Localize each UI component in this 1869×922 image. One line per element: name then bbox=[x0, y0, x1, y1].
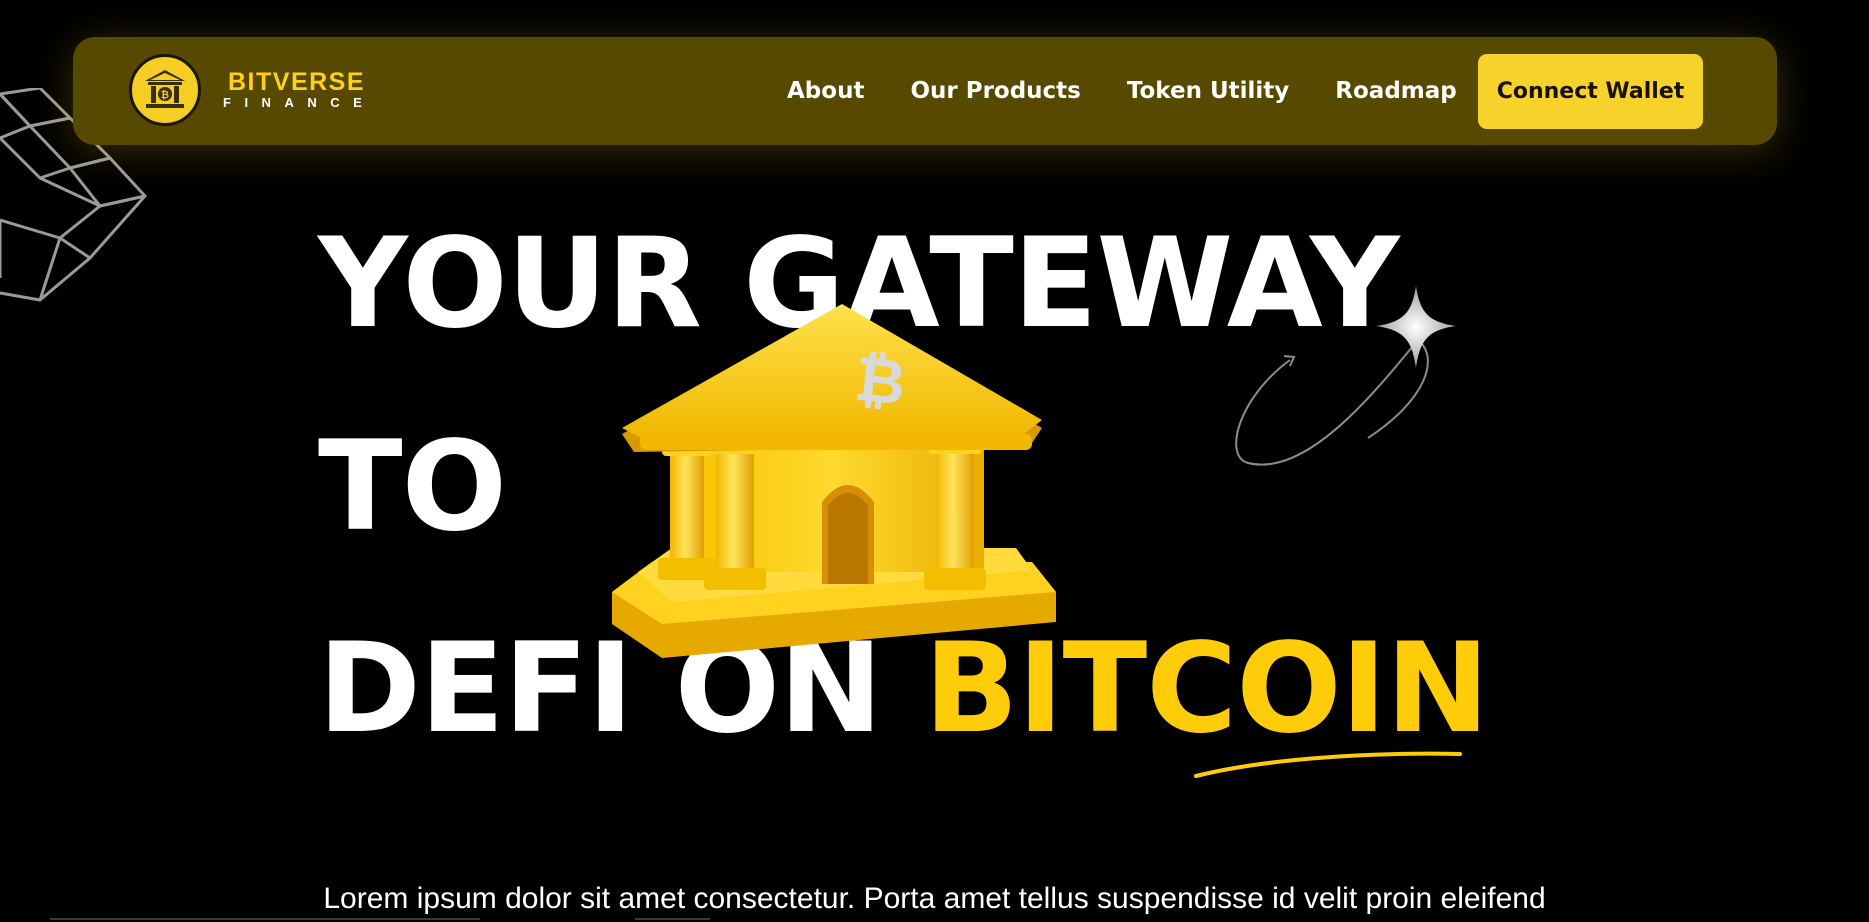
svg-text:₿: ₿ bbox=[161, 89, 169, 101]
svg-text:₿: ₿ bbox=[851, 342, 909, 420]
bitcoin-bank-icon: ₿ bbox=[612, 304, 1056, 658]
brand-name: BITVERSE bbox=[228, 68, 366, 96]
landing-page: ₿ BITVERSE FINANCE About Our Products To… bbox=[0, 0, 1869, 922]
nav-link-about[interactable]: About bbox=[787, 78, 864, 104]
nav-links: About Our Products Token Utility Roadmap bbox=[787, 37, 1503, 145]
connect-wallet-button[interactable]: Connect Wallet bbox=[1478, 54, 1703, 129]
nav-link-token-utility[interactable]: Token Utility bbox=[1127, 78, 1289, 104]
hero-subtitle: Lorem ipsum dolor sit amet consectetur. … bbox=[323, 882, 1546, 915]
nav-link-our-products[interactable]: Our Products bbox=[910, 78, 1080, 104]
sparkle-swirl-icon bbox=[1235, 286, 1456, 466]
brand-logo[interactable]: ₿ BITVERSE FINANCE bbox=[129, 54, 375, 126]
bitcoin-underline-stroke bbox=[1194, 751, 1462, 778]
nav-link-roadmap[interactable]: Roadmap bbox=[1335, 78, 1456, 104]
navbar: ₿ BITVERSE FINANCE About Our Products To… bbox=[73, 37, 1777, 145]
bank-bitcoin-icon: ₿ bbox=[129, 54, 201, 126]
hero-title-line-2: TO bbox=[318, 415, 507, 559]
brand-subtitle: FINANCE bbox=[223, 95, 376, 110]
bottom-divider bbox=[50, 918, 710, 922]
